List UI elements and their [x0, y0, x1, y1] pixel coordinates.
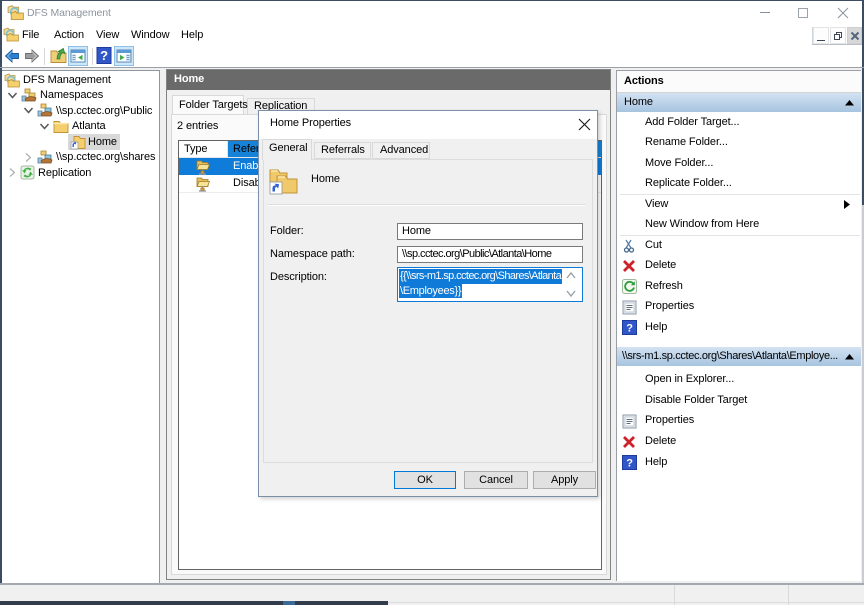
svg-text:?: ?	[626, 458, 633, 470]
svg-text:?: ?	[100, 48, 108, 63]
svg-text:?: ?	[626, 323, 633, 335]
